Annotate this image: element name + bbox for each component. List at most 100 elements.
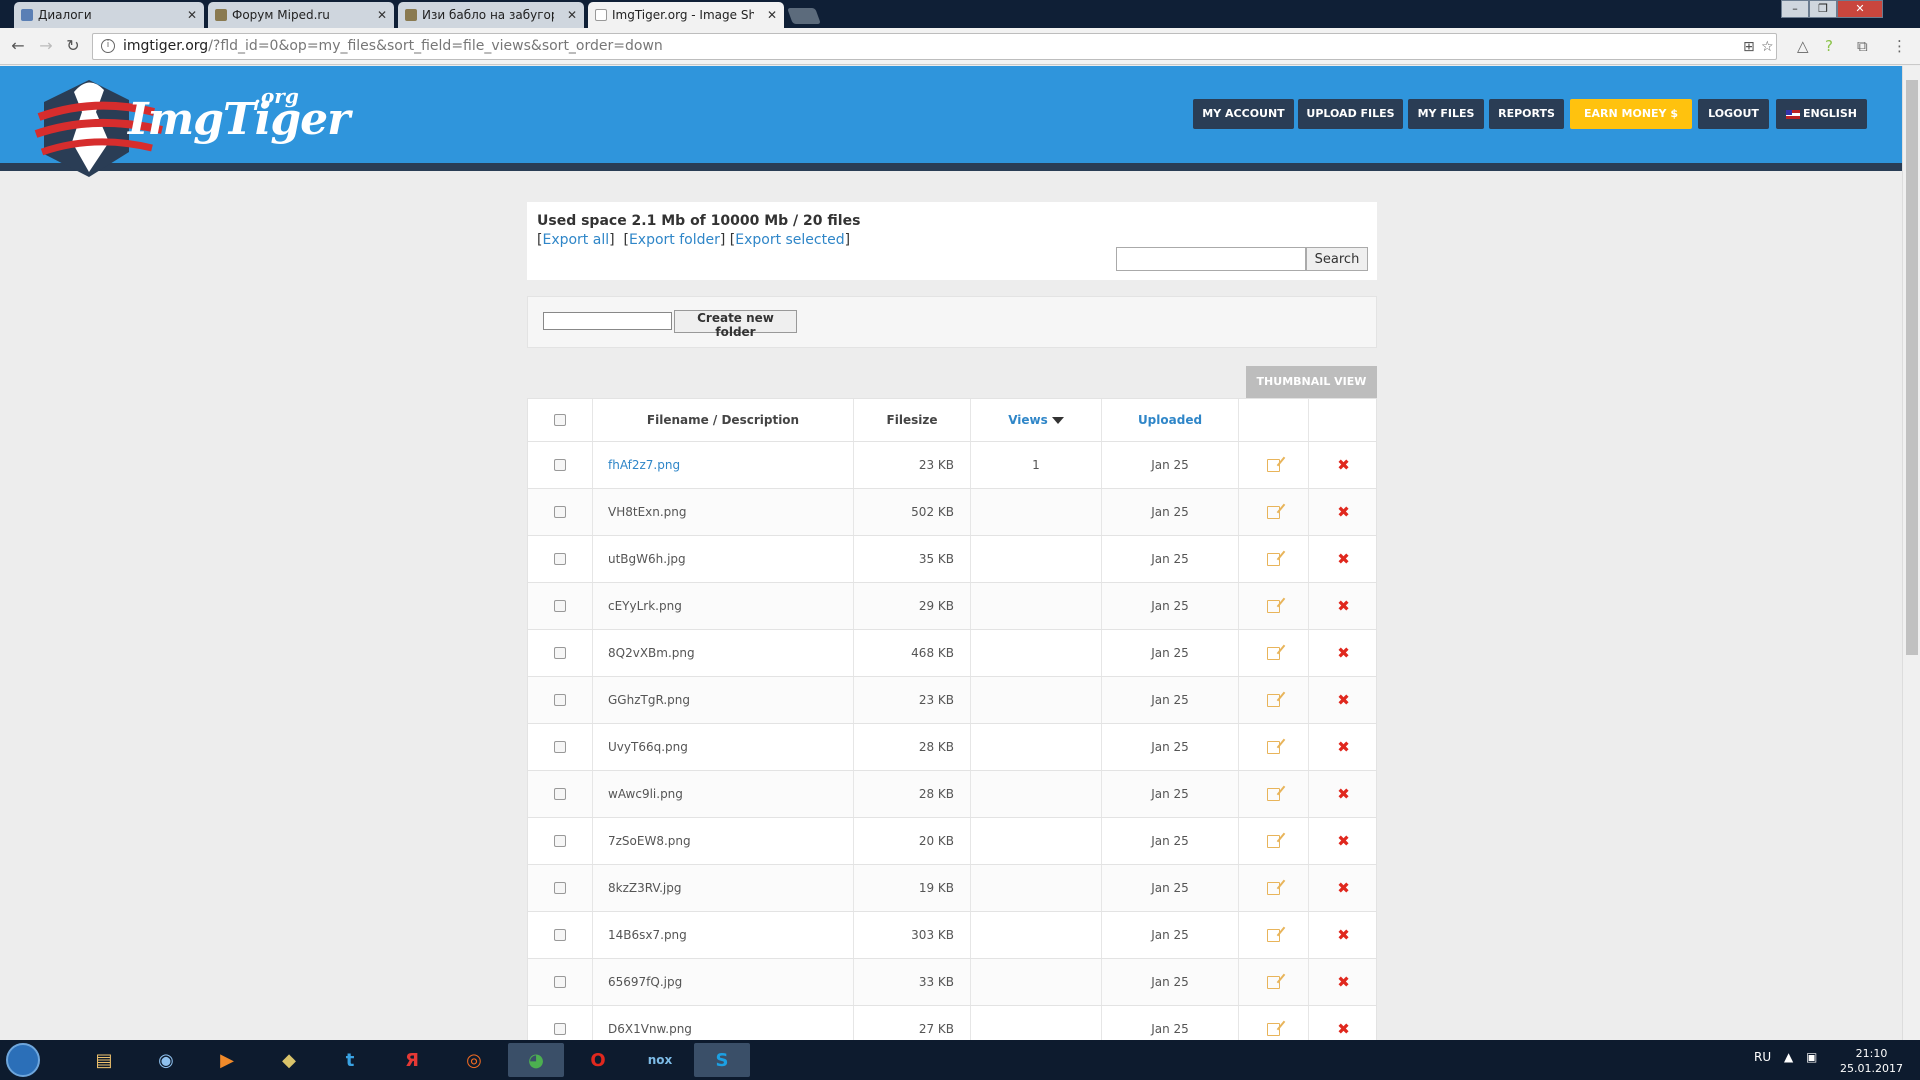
edit-icon[interactable] (1267, 646, 1280, 660)
nav-reports[interactable]: REPORTS (1489, 99, 1564, 129)
nav-logout[interactable]: LOGOUT (1698, 99, 1769, 129)
close-icon[interactable]: ✕ (377, 2, 387, 28)
logo-text[interactable]: ImgTiger (128, 94, 350, 145)
delete-icon[interactable]: ✖ (1337, 879, 1350, 897)
row-checkbox[interactable] (554, 882, 566, 894)
row-checkbox[interactable] (554, 976, 566, 988)
file-name-link[interactable]: 8kzZ3RV.jpg (608, 881, 681, 895)
edit-icon[interactable] (1267, 693, 1280, 707)
select-all-checkbox[interactable] (554, 414, 566, 426)
file-name-link[interactable]: 14B6sx7.png (608, 928, 687, 942)
file-name-link[interactable]: wAwc9li.png (608, 787, 683, 801)
info-icon[interactable]: i (101, 39, 115, 53)
delete-icon[interactable]: ✖ (1337, 926, 1350, 944)
player-icon[interactable]: ▶ (199, 1043, 255, 1077)
row-checkbox[interactable] (554, 694, 566, 706)
row-checkbox[interactable] (554, 741, 566, 753)
delete-icon[interactable]: ✖ (1337, 597, 1350, 615)
row-checkbox[interactable] (554, 506, 566, 518)
tab-forum-miped[interactable]: Форум Miped.ru ✕ (208, 2, 394, 28)
network-icon[interactable]: ▣ (1806, 1050, 1817, 1064)
back-icon[interactable]: ← (8, 36, 28, 56)
file-name-link[interactable]: D6X1Vnw.png (608, 1022, 692, 1036)
edit-icon[interactable] (1267, 881, 1280, 895)
search-button[interactable]: Search (1306, 247, 1368, 271)
nav-earn-money[interactable]: EARN MONEY $ (1570, 99, 1692, 129)
extension-icon[interactable]: ? (1825, 37, 1833, 55)
file-name-link[interactable]: 65697fQ.jpg (608, 975, 682, 989)
nox-icon[interactable]: nox (632, 1043, 688, 1077)
file-name-link[interactable]: utBgW6h.jpg (608, 552, 686, 566)
edit-icon[interactable] (1267, 740, 1280, 754)
edit-icon[interactable] (1267, 505, 1280, 519)
export-selected-link[interactable]: Export selected (735, 232, 844, 248)
opera-icon[interactable]: O (570, 1043, 626, 1077)
delete-icon[interactable]: ✖ (1337, 550, 1350, 568)
start-button[interactable] (6, 1043, 40, 1077)
thumbnail-view-button[interactable]: THUMBNAIL VIEW (1246, 366, 1377, 398)
game-icon[interactable]: ◆ (261, 1043, 317, 1077)
edit-icon[interactable] (1267, 1022, 1280, 1036)
delete-icon[interactable]: ✖ (1337, 503, 1350, 521)
row-checkbox[interactable] (554, 929, 566, 941)
language-indicator[interactable]: RU (1754, 1050, 1771, 1064)
row-checkbox[interactable] (554, 1023, 566, 1035)
extension-icon[interactable]: △ (1797, 37, 1809, 55)
menu-icon[interactable]: ⋮ (1892, 37, 1907, 55)
tab-izi-bablo[interactable]: Изи бабло на забугорн ✕ (398, 2, 584, 28)
header-views[interactable]: Views (971, 399, 1102, 441)
file-name-link[interactable]: VH8tExn.png (608, 505, 687, 519)
skype-icon[interactable]: S (694, 1043, 750, 1077)
minimize-button[interactable]: – (1781, 0, 1809, 18)
origin-icon[interactable]: ◎ (446, 1043, 502, 1077)
nav-my-account[interactable]: MY ACCOUNT (1193, 99, 1294, 129)
edit-icon[interactable] (1267, 458, 1280, 472)
delete-icon[interactable]: ✖ (1337, 1020, 1350, 1038)
row-checkbox[interactable] (554, 788, 566, 800)
twitter-icon[interactable]: t (322, 1043, 378, 1077)
close-window-button[interactable]: ✕ (1837, 0, 1883, 18)
page-scrollbar[interactable] (1902, 66, 1920, 1040)
export-folder-link[interactable]: Export folder (629, 232, 720, 248)
search-input[interactable] (1116, 247, 1306, 271)
create-folder-button[interactable]: Create new folder (674, 310, 797, 339)
delete-icon[interactable]: ✖ (1337, 691, 1350, 709)
edit-icon[interactable] (1267, 975, 1280, 989)
delete-icon[interactable]: ✖ (1337, 832, 1350, 850)
chrome-icon[interactable]: ◕ (508, 1043, 564, 1077)
tray-arrow-icon[interactable]: ▲ (1784, 1050, 1793, 1064)
reload-icon[interactable]: ↻ (63, 36, 83, 56)
address-bar[interactable]: i imgtiger.org/?fld_id=0&op=my_files&sor… (92, 33, 1777, 60)
export-all-link[interactable]: Export all (542, 232, 609, 248)
row-checkbox[interactable] (554, 647, 566, 659)
file-name-link[interactable]: UvyT66q.png (608, 740, 688, 754)
translate-icon[interactable]: ⊞ (1743, 39, 1755, 55)
system-clock[interactable]: 21:10 25.01.2017 (1840, 1046, 1903, 1076)
row-checkbox[interactable] (554, 835, 566, 847)
file-name-link[interactable]: 7zSoEW8.png (608, 834, 691, 848)
folder-name-input[interactable] (543, 312, 672, 330)
delete-icon[interactable]: ✖ (1337, 785, 1350, 803)
url-text[interactable]: imgtiger.org/?fld_id=0&op=my_files&sort_… (123, 34, 663, 59)
row-checkbox[interactable] (554, 553, 566, 565)
extension-icon[interactable]: ⧉ (1857, 37, 1868, 55)
header-uploaded[interactable]: Uploaded (1102, 399, 1239, 441)
delete-icon[interactable]: ✖ (1337, 738, 1350, 756)
edit-icon[interactable] (1267, 599, 1280, 613)
maximize-button[interactable]: ❐ (1809, 0, 1837, 18)
close-icon[interactable]: ✕ (767, 2, 777, 28)
tab-imgtiger[interactable]: ImgTiger.org - Image Sh ✕ (588, 2, 784, 28)
delete-icon[interactable]: ✖ (1337, 456, 1350, 474)
forward-icon[interactable]: → (36, 36, 56, 56)
sort-uploaded-link[interactable]: Uploaded (1138, 413, 1202, 427)
bookmark-star-icon[interactable]: ☆ (1761, 39, 1774, 55)
delete-icon[interactable]: ✖ (1337, 973, 1350, 991)
delete-icon[interactable]: ✖ (1337, 644, 1350, 662)
file-name-link[interactable]: 8Q2vXBm.png (608, 646, 695, 660)
edit-icon[interactable] (1267, 928, 1280, 942)
file-name-link[interactable]: GGhzTgR.png (608, 693, 690, 707)
edit-icon[interactable] (1267, 834, 1280, 848)
edit-icon[interactable] (1267, 552, 1280, 566)
explorer-icon[interactable]: ▤ (76, 1043, 132, 1077)
file-name-link[interactable]: fhAf2z7.png (608, 458, 680, 472)
